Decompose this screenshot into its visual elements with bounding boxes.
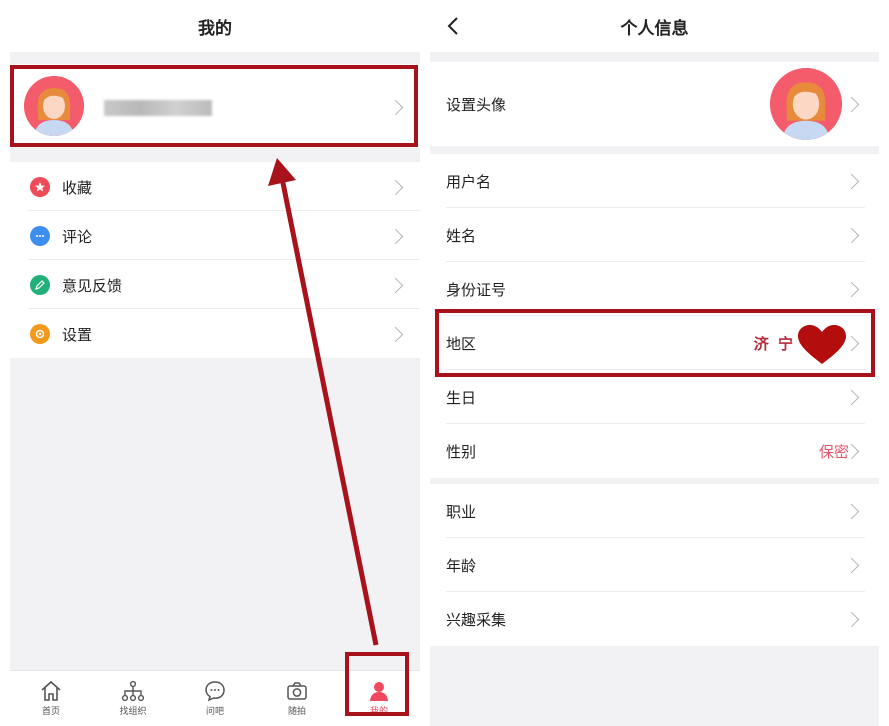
avatar: [770, 68, 842, 140]
field-name[interactable]: 姓名: [430, 208, 879, 262]
field-label: 身份证号: [446, 281, 507, 299]
page-title: 我的: [198, 18, 232, 39]
field-interests[interactable]: 兴趣采集: [430, 592, 879, 646]
tab-snapshot[interactable]: 随拍: [256, 671, 338, 726]
menu-item-label: 意见反馈: [62, 277, 123, 295]
tab-label: 随拍: [287, 707, 306, 717]
edit-feedback-icon: [30, 275, 50, 295]
field-label: 职业: [446, 503, 477, 521]
menu-item-label: 设置: [62, 326, 93, 344]
field-label: 年龄: [446, 557, 477, 575]
tab-ask[interactable]: 问吧: [174, 671, 256, 726]
chevron-right-icon: [387, 277, 404, 294]
chevron-right-icon: [843, 503, 860, 520]
profile-fields-group: 用户名 姓名 身份证号 地区 济 宁 生日 性别 保密: [430, 154, 879, 478]
chevron-right-icon: [387, 228, 404, 245]
profile-card[interactable]: [10, 64, 420, 148]
tab-label: 首页: [41, 707, 60, 717]
menu-list: 收藏 评论 意见反馈 设置: [10, 162, 420, 358]
field-label: 性别: [446, 443, 477, 461]
chevron-right-icon: [843, 96, 860, 113]
field-label: 兴趣采集: [446, 611, 507, 629]
star-icon: [30, 177, 50, 197]
chevron-right-icon: [387, 99, 404, 116]
chevron-right-icon: [843, 227, 860, 244]
chevron-right-icon: [387, 179, 404, 196]
extra-fields-group: 职业 年龄 兴趣采集: [430, 484, 879, 646]
tab-label: 问吧: [205, 707, 224, 717]
field-username[interactable]: 用户名: [430, 154, 879, 208]
field-label: 地区: [446, 335, 477, 353]
avatar: [24, 76, 84, 136]
home-icon: [41, 680, 61, 701]
set-avatar-label: 设置头像: [446, 96, 507, 114]
personal-info-screen: 个人信息 设置头像 用户名 姓名 身份证号 地区 济 宁 生日 性别 保密 职业…: [430, 0, 879, 726]
field-label: 姓名: [446, 227, 477, 245]
menu-item-label: 评论: [62, 228, 93, 246]
chevron-right-icon: [843, 281, 860, 298]
gear-icon: [30, 324, 50, 344]
tab-label: 我的: [369, 707, 388, 717]
heart-sticker-icon: [798, 325, 846, 364]
my-page-screen: 我的 收藏 评论 意见反馈 设置 首页 找组织 问吧 随拍 我的: [10, 0, 420, 726]
menu-item-label: 收藏: [62, 179, 93, 197]
region-value: 济 宁: [753, 335, 795, 353]
chevron-right-icon: [843, 389, 860, 406]
blurred-username: [104, 100, 212, 116]
avatar-row[interactable]: 设置头像: [430, 62, 879, 146]
chevron-right-icon: [387, 326, 404, 343]
chevron-right-icon: [843, 173, 860, 190]
field-region[interactable]: 地区 济 宁: [430, 316, 879, 370]
bottom-tab-bar: 首页 找组织 问吧 随拍 我的: [10, 670, 420, 726]
tab-mine[interactable]: 我的: [338, 671, 420, 726]
my-page-header: 我的: [10, 0, 420, 52]
menu-item-feedback[interactable]: 意见反馈: [10, 260, 420, 309]
field-birthday[interactable]: 生日: [430, 370, 879, 424]
chevron-right-icon: [843, 557, 860, 574]
camera-icon: [287, 682, 307, 700]
field-label: 用户名: [446, 173, 492, 191]
field-age[interactable]: 年龄: [430, 538, 879, 592]
tab-label: 找组织: [119, 707, 147, 717]
field-occupation[interactable]: 职业: [430, 484, 879, 538]
page-title: 个人信息: [620, 18, 689, 39]
menu-item-settings[interactable]: 设置: [10, 309, 420, 358]
field-gender[interactable]: 性别 保密: [430, 424, 879, 478]
back-arrow-icon[interactable]: [442, 14, 466, 38]
organization-icon: [121, 680, 145, 702]
tab-find-organization[interactable]: 找组织: [92, 671, 174, 726]
field-label: 生日: [446, 389, 477, 407]
chevron-right-icon: [843, 611, 860, 628]
avatar-person-icon: [24, 76, 84, 136]
comment-icon: [30, 226, 50, 246]
tab-home[interactable]: 首页: [10, 671, 92, 726]
personal-info-header: 个人信息: [430, 0, 879, 52]
menu-item-favorites[interactable]: 收藏: [10, 162, 420, 211]
avatar-person-icon: [770, 68, 842, 140]
chat-icon: [205, 681, 225, 702]
field-id-number[interactable]: 身份证号: [430, 262, 879, 316]
menu-item-comments[interactable]: 评论: [10, 211, 420, 260]
person-icon: [370, 682, 388, 701]
